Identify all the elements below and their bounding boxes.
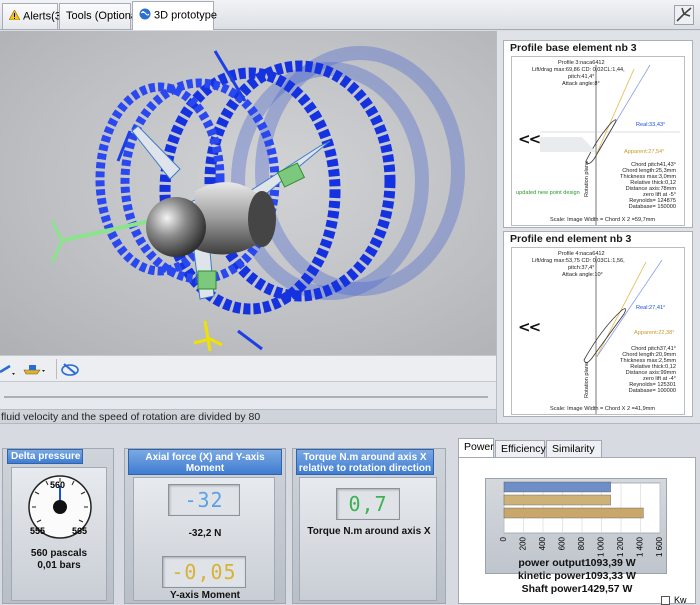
kinetic-power-line: kinetic power1093,33 W bbox=[518, 570, 636, 582]
scrollbar-track[interactable] bbox=[4, 396, 488, 398]
3d-viewport[interactable] bbox=[0, 31, 496, 355]
profile-end-real: Real:27,41° bbox=[636, 305, 666, 311]
profile-end-header-2: pitch:37,4° bbox=[568, 265, 595, 271]
x-tick-label: 1 000 bbox=[597, 536, 606, 557]
torque-inner: 0,7 Torque N.m around axis X bbox=[299, 477, 437, 601]
profile-base-apparent: Apparent:27,54° bbox=[624, 149, 665, 155]
x-tick-label: 1 600 bbox=[655, 536, 664, 557]
status-text: fluid velocity and the speed of rotation… bbox=[0, 409, 496, 423]
x-tick-label: 1 400 bbox=[636, 536, 645, 557]
profile-base-header-0: Profile 3:naca6412 bbox=[558, 60, 605, 66]
pressure-pascals: 560 pascals bbox=[30, 548, 88, 559]
boat-tool-icon[interactable] bbox=[22, 362, 48, 379]
power-output-line: power output1093,39 W bbox=[518, 557, 636, 569]
plane-icon[interactable] bbox=[674, 5, 694, 25]
profile-end-title: Profile end element nb 3 bbox=[510, 233, 632, 245]
profile-base-plot[interactable]: Profile 3:naca6412 Lift/drag max:69,86 C… bbox=[511, 56, 685, 226]
profile-base-scale: Scale: Image Width = Chord X 2 =59,7mm bbox=[550, 217, 656, 223]
profile-end-header-1: Lift/drag max:53,75 CD: 0,03CL:1,56, bbox=[532, 258, 625, 264]
x-tick-label: 1 200 bbox=[616, 536, 625, 557]
x-tick-label: 0 bbox=[499, 536, 508, 541]
profile-end-header-3: Attack angle:10° bbox=[562, 272, 603, 278]
profile-base-title: Profile base element nb 3 bbox=[510, 42, 637, 54]
x-tick-label: 400 bbox=[538, 536, 547, 550]
toolbar-divider bbox=[56, 359, 57, 379]
tab-alerts[interactable]: Alerts(3) bbox=[2, 3, 65, 29]
profile-base-header-3: Attack angle:8° bbox=[562, 81, 600, 87]
bar-power-output bbox=[503, 481, 611, 493]
profile-end-scale: Scale: Image Width = Chord X 2 =41,9mm bbox=[550, 406, 656, 412]
axial-force-title: Axial force (X) and Y-axis Moment bbox=[128, 449, 282, 475]
x-tick-label: 200 bbox=[519, 536, 528, 550]
pressure-bars: 0,01 bars bbox=[37, 560, 81, 571]
profile-panels: Profile base element nb 3 Profile 3:naca… bbox=[496, 31, 700, 423]
delta-pressure-inner: 560 555 565 560 pascals 0,01 bars bbox=[11, 467, 107, 601]
x-tick-label: 600 bbox=[558, 536, 567, 550]
power-panel: 0 200 400 600 800 1 000 1 200 1 400 1 600 power … bbox=[458, 457, 696, 604]
globe-icon bbox=[139, 8, 151, 23]
tab-efficiency[interactable]: Efficiency bbox=[495, 440, 546, 457]
force-lcd: -32 bbox=[168, 484, 240, 516]
torque-caption: Torque N.m around axis X bbox=[307, 526, 431, 537]
profile-end-nav-back[interactable]: << bbox=[518, 318, 541, 336]
gauge-tick-left: 555 bbox=[30, 526, 46, 536]
tab-similarity[interactable]: Similarity bbox=[546, 440, 602, 457]
profile-end-panel: Profile end element nb 3 Profile 4:naca6… bbox=[503, 231, 693, 417]
torque-lcd: 0,7 bbox=[336, 488, 400, 520]
tab-power[interactable]: Power bbox=[458, 438, 494, 458]
profile-base-nav-back[interactable]: << bbox=[518, 130, 541, 148]
profile-end-info-7: Database= 100000 bbox=[628, 388, 676, 394]
profile-base-real: Real:33,43° bbox=[636, 122, 666, 128]
moment-caption: Y-axis Moment bbox=[169, 590, 241, 601]
rotate-tool-icon[interactable] bbox=[0, 362, 18, 379]
axial-force-inner: -32 -32,2 N -0,05 Y-axis Moment bbox=[133, 477, 275, 601]
delta-pressure-title: Delta pressure bbox=[7, 449, 83, 464]
profile-base-header-1: Lift/drag max:69,86 CD: 0,02CL:1,44, bbox=[532, 67, 625, 73]
tab-3d-prototype-label: 3D prototype bbox=[154, 9, 217, 22]
turbine-3d-render bbox=[50, 46, 465, 352]
torque-panel: Torque N.m around axis X relative to rot… bbox=[292, 448, 446, 604]
bar-shaft-power bbox=[503, 507, 644, 519]
moment-lcd: -0,05 bbox=[162, 556, 246, 588]
profile-base-info-7: Database= 150000 bbox=[628, 204, 676, 210]
warning-icon bbox=[8, 9, 21, 23]
x-tick-label: 800 bbox=[577, 536, 586, 550]
tab-bar: Alerts(3) Tools (Optional) 3D prototype bbox=[0, 0, 700, 30]
torque-title: Torque N.m around axis X relative to rot… bbox=[296, 449, 434, 475]
axial-force-panel: Axial force (X) and Y-axis Moment -32 -3… bbox=[124, 448, 286, 604]
profile-base-panel: Profile base element nb 3 Profile 3:naca… bbox=[503, 40, 693, 228]
horizontal-scrollbar[interactable] bbox=[0, 381, 496, 409]
force-value: -32,2 N bbox=[188, 528, 222, 539]
gauge-tick-right: 565 bbox=[72, 526, 88, 536]
view-toolbar bbox=[0, 355, 496, 381]
profile-end-header-0: Profile 4:naca6412 bbox=[558, 251, 605, 257]
profile-end-plot[interactable]: Profile 4:naca6412 Lift/drag max:53,75 C… bbox=[511, 247, 685, 415]
propeller-tool-icon[interactable] bbox=[60, 360, 80, 381]
tab-3d-prototype[interactable]: 3D prototype bbox=[132, 1, 217, 30]
bar-kinetic-power bbox=[503, 494, 611, 506]
profile-base-rotation-label: Rotation plane bbox=[584, 160, 590, 197]
tab-tools[interactable]: Tools (Optional) bbox=[59, 3, 143, 29]
gauge-tick-top: 560 bbox=[50, 480, 66, 490]
delta-pressure-panel: Delta pressure 560 555 565 560 pascals 0… bbox=[2, 448, 114, 604]
profile-base-updated-note: updated new point design bbox=[516, 190, 580, 196]
profile-base-header-2: pitch:41,4° bbox=[568, 74, 595, 80]
profile-end-apparent: Apparent:22,38° bbox=[634, 330, 675, 336]
shaft-power-line: Shaft power1429,57 W bbox=[521, 583, 633, 595]
profile-end-rotation-label: Rotation plane bbox=[584, 361, 590, 398]
